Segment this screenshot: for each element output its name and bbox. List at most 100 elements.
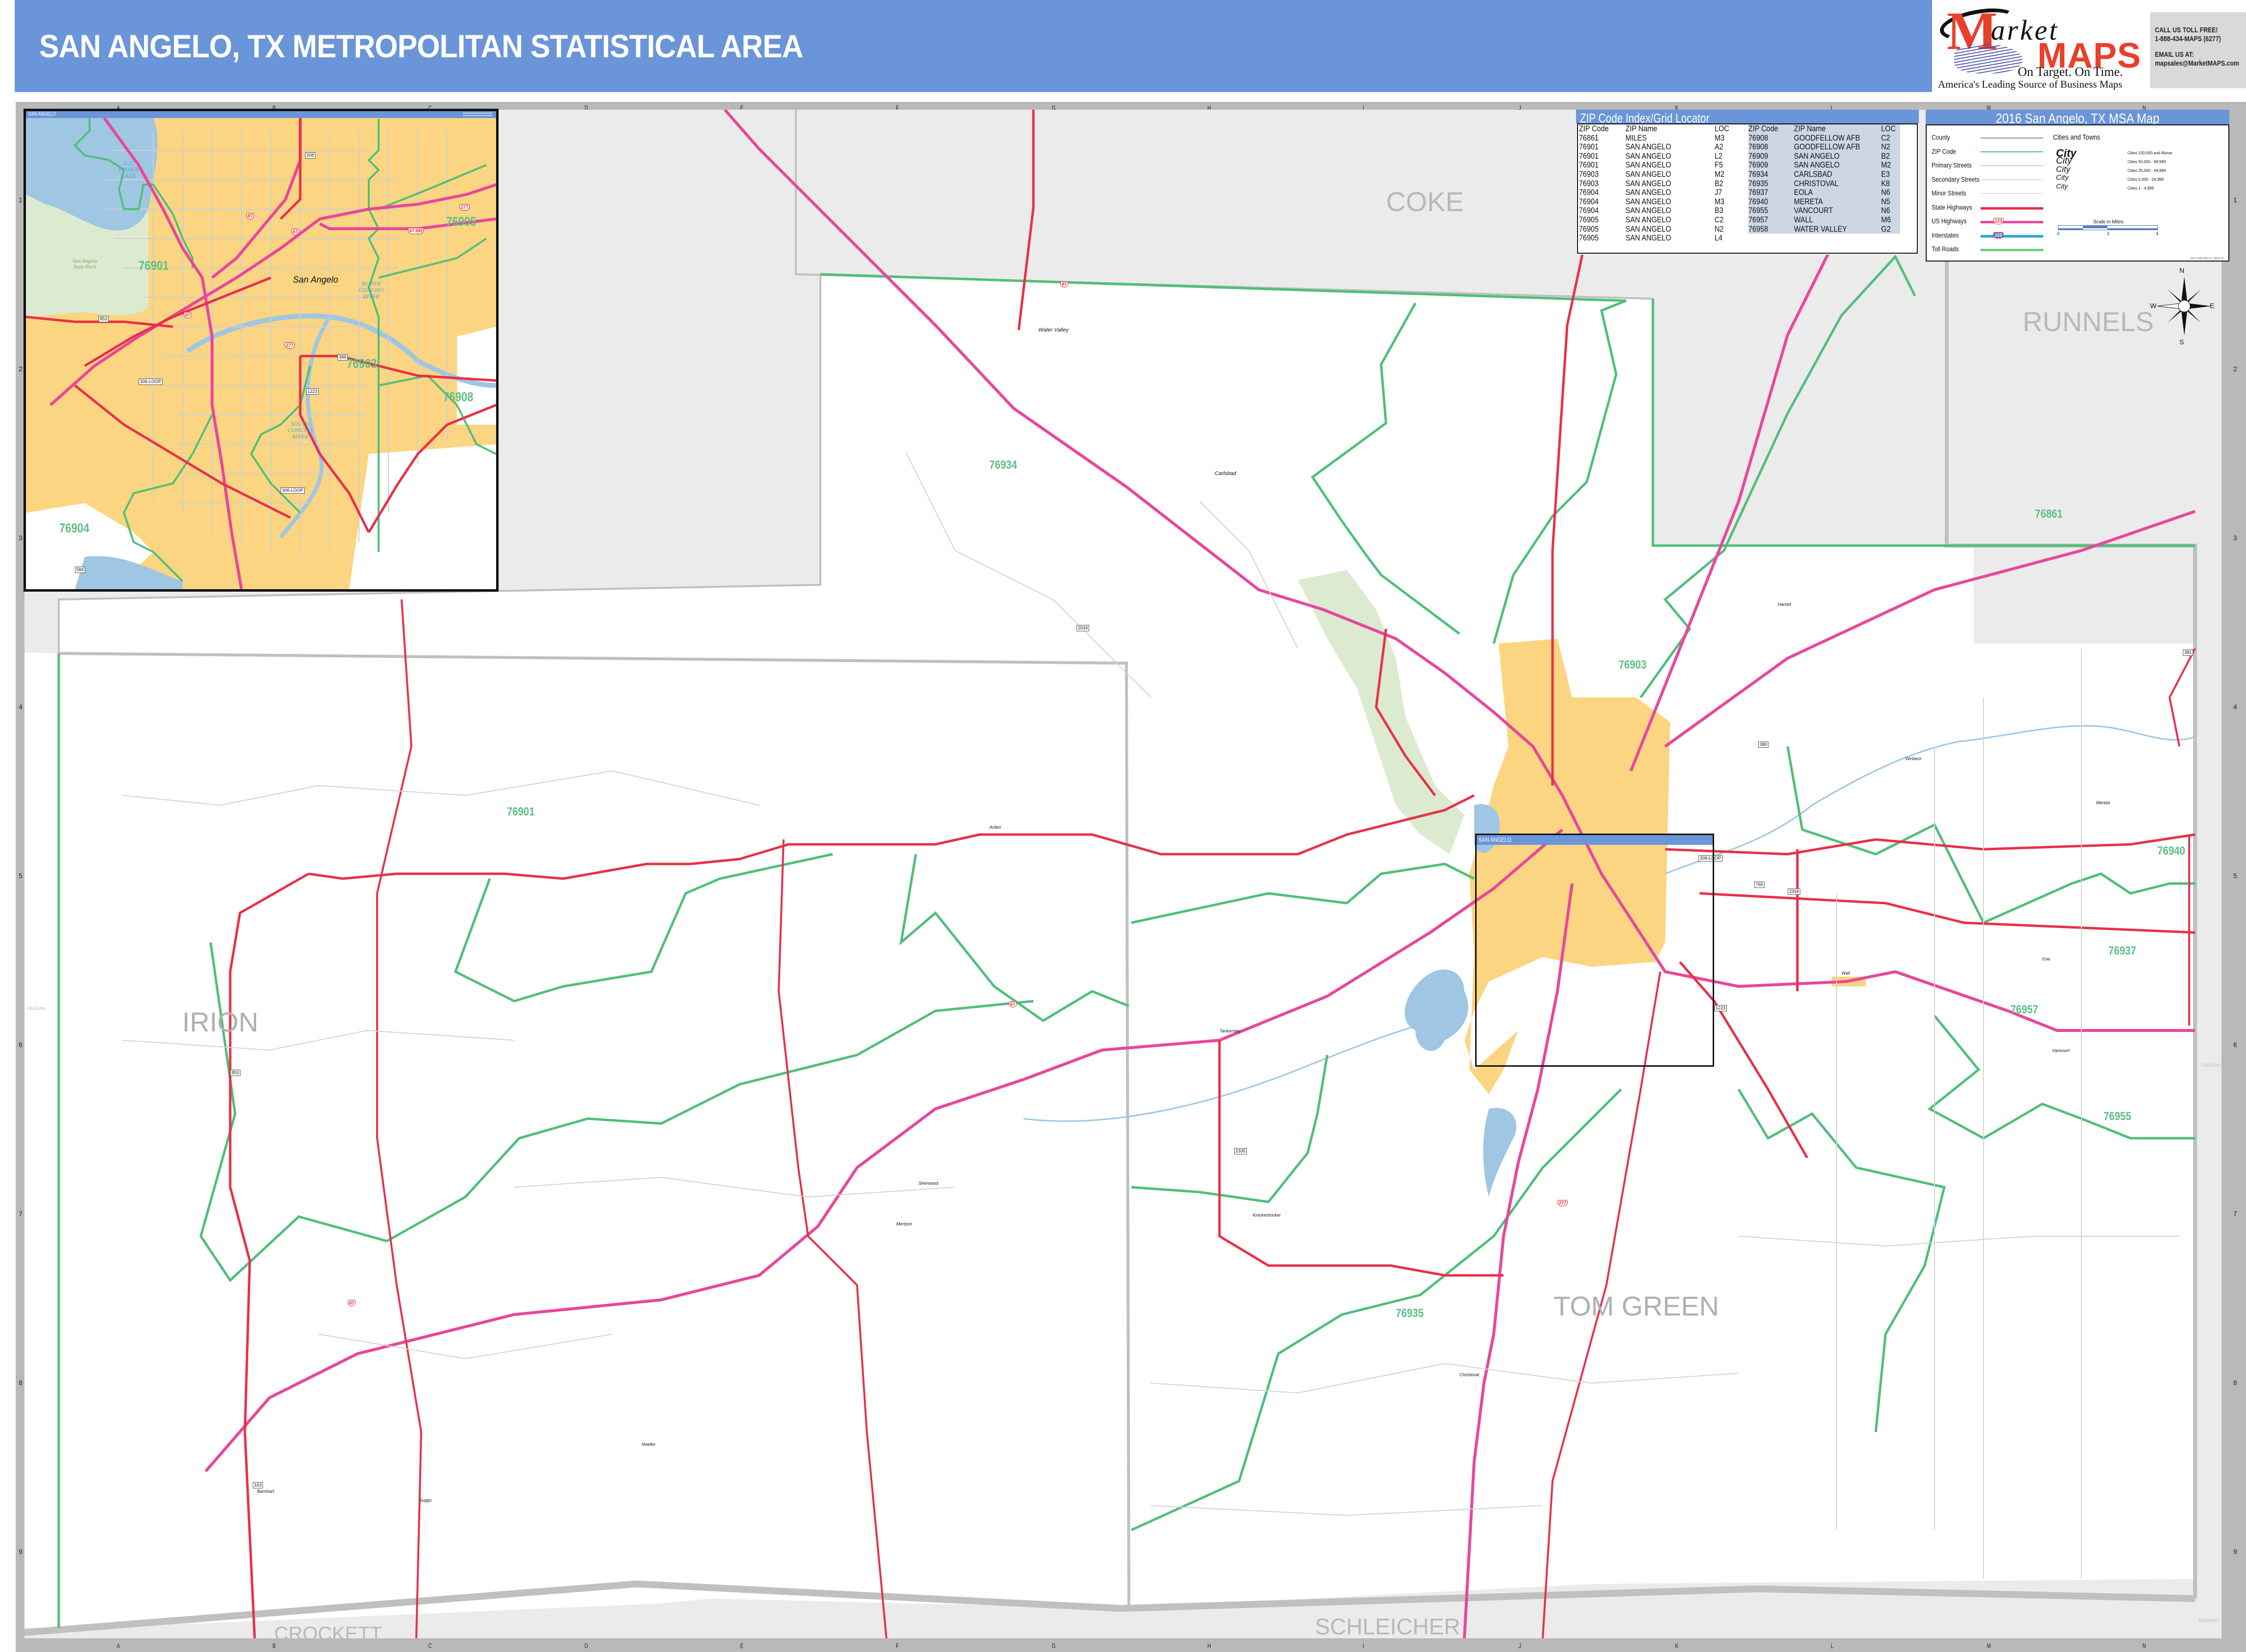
county-label-menard: MENARD: [2199, 1618, 2219, 1623]
grid-row-label: 2: [19, 365, 23, 373]
county-label-reagan: REAGAN: [27, 1006, 46, 1011]
county-label-tom-green: TOM GREEN: [1553, 1291, 1720, 1321]
zip-index-row: 76909 SAN ANGELO B2: [1748, 151, 1900, 161]
zip-index-row: 76905 SAN ANGELO N2: [1579, 224, 1734, 234]
legend-city-class: Cities 5,000 - 24,999: [2127, 177, 2164, 182]
zip-index-header-row: ZIP Code ZIP Name LOC: [1748, 124, 1900, 134]
legend-line-swatch: [1981, 235, 2043, 238]
zip-label: 76861: [2035, 507, 2063, 521]
legend-city-sample: City: [2056, 165, 2071, 174]
zip-index-header-cell: ZIP Name: [1793, 124, 1826, 133]
state-highway-shield: 2034: [1076, 625, 1090, 631]
zip-index-cell: SAN ANGELO: [1625, 178, 1672, 188]
zip-index-row: 76937 EOLA N6: [1748, 188, 1900, 197]
contact-email[interactable]: mapsales@MarketMAPS.com: [2155, 59, 2239, 68]
inset-zip-label: 76904: [59, 521, 90, 535]
zip-label: 76901: [507, 805, 535, 818]
header-bar: SAN ANGELO, TX METROPOLITAN STATISTICAL …: [15, 0, 1932, 92]
zip-index-cell: SAN ANGELO: [1625, 169, 1672, 179]
zip-index-cell: M2: [1715, 169, 1725, 179]
zip-index-row: 76901 SAN ANGELO F5: [1579, 161, 1734, 170]
zip-index-header-cell: LOC: [1881, 124, 1896, 133]
grid-column-label: C: [428, 1642, 432, 1650]
legend-line-swatch: [1981, 207, 2043, 210]
grid-row-label: 3: [2233, 534, 2237, 542]
zip-index-row: 76903 SAN ANGELO M2: [1579, 169, 1734, 179]
county-label-runnels: RUNNELS: [2023, 306, 2154, 337]
zip-index-cell: SAN ANGELO: [1625, 224, 1672, 234]
grid-row-label: 6: [19, 1040, 23, 1049]
san-angelo-inset-map[interactable]: SAN ANGELO 76901 76905 76903 76908 76904…: [24, 109, 499, 592]
zip-index-cell: L4: [1715, 233, 1723, 243]
state-highway-shield: 381: [2183, 649, 2194, 656]
zip-index-cell: 76901: [1579, 151, 1599, 161]
grid-row-label: 5: [19, 872, 23, 880]
zip-index-cell: B2: [1881, 151, 1890, 161]
grid-row-label: 5: [2233, 872, 2237, 880]
zip-index-cell: 76955: [1748, 206, 1768, 215]
zip-index-row: 76904 SAN ANGELO B3: [1579, 206, 1734, 215]
state-highway-shield: 853: [230, 1070, 241, 1076]
inset-state-shield: 388: [337, 354, 348, 360]
san-angelo-locator-box[interactable]: SAN ANGELO: [1475, 834, 1714, 1067]
grid-column-label: E: [740, 1642, 743, 1650]
grid-row-label: 1: [19, 196, 23, 204]
legend-item-label: Toll Roads: [1932, 245, 1959, 253]
zip-index-cell: MILES: [1625, 133, 1647, 143]
zip-index-cell: B3: [1715, 206, 1723, 215]
inset-state-shield: 208: [305, 152, 316, 159]
zip-index-cell: SAN ANGELO: [1625, 196, 1672, 206]
contact-box: CALL US TOLL FREE! 1-888-434-MAPS (6277)…: [2150, 12, 2246, 88]
zip-index-cell: M6: [1881, 215, 1891, 224]
contact-phone[interactable]: 1-888-434-MAPS (6277): [2155, 35, 2227, 44]
zip-index-row: 76909 SAN ANGELO M2: [1748, 161, 1900, 170]
inset-map-svg: [26, 117, 496, 589]
inset-zip-label: 76903: [347, 356, 377, 371]
zip-index-cell: SAN ANGELO: [1625, 215, 1672, 224]
legend-item-label: Secondary Streets: [1932, 175, 1980, 183]
town-label: Mereta: [2096, 800, 2110, 805]
town-label: Suggs: [419, 1498, 432, 1503]
legend-line-swatch: [1981, 193, 2043, 194]
zip-index-row: 76934 CARLSBAD E3: [1748, 169, 1900, 179]
legend-line-swatch: [1981, 137, 2043, 139]
compass-west: W: [2150, 302, 2157, 310]
zip-index-cell: SAN ANGELO: [1625, 206, 1672, 215]
inset-us-shield: 277: [285, 342, 295, 349]
zip-index-cell: 76901: [1579, 160, 1599, 170]
zip-index-cell: C2: [1881, 133, 1890, 143]
grid-column-label: J: [1519, 1642, 1522, 1650]
interstate-shield-icon: 123: [1993, 232, 2004, 239]
county-label-crockett: CROCKETT: [274, 1623, 382, 1638]
zip-index-cell: M3: [1715, 133, 1725, 143]
legend-item-label: County: [1932, 133, 1950, 141]
zip-label: 76957: [2010, 1003, 2038, 1016]
legend-item-label: Minor Streets: [1932, 189, 1966, 197]
grid-column-label: M: [1986, 1642, 1991, 1650]
state-highway-shield: 163: [253, 1482, 263, 1488]
zip-index-cell: 76904: [1579, 206, 1599, 215]
town-label: Knickerbocker: [1253, 1213, 1281, 1218]
inset-state-shield: 306-LOOP: [139, 379, 163, 385]
grid-column-label: A: [117, 1642, 120, 1650]
zip-index-cell: 76935: [1748, 178, 1768, 188]
zip-index-body: ZIP Code ZIP Name LOC 76861 MILES M3 76901 SAN …: [1577, 123, 1918, 254]
inset-zip-label: 76901: [139, 258, 169, 273]
zip-index-cell: 76937: [1748, 188, 1768, 197]
inset-park-label: San Angelo State Park: [72, 258, 97, 270]
zip-index-row: 76955 VANCOURT N6: [1748, 206, 1900, 215]
grid-column-label: B: [272, 1642, 276, 1650]
zip-index-cell: A2: [1715, 142, 1723, 152]
zip-index-cell: G2: [1881, 224, 1891, 234]
legend-item-label: ZIP Code: [1932, 147, 1957, 155]
grid-column-label: G: [1051, 1642, 1056, 1650]
inset-state-shield: 306-LOOP: [281, 487, 305, 494]
market-maps-logo: M arket MAPS On Target. On Time. America…: [1932, 0, 2148, 93]
zip-index-cell: 76903: [1579, 178, 1599, 188]
compass-south: S: [2179, 338, 2184, 346]
compass-north: N: [2179, 266, 2185, 274]
legend-city-class: Cities 1 - 4,999: [2127, 186, 2154, 191]
zip-index-cell: 76908: [1748, 142, 1768, 152]
inset-non-urban: [349, 444, 496, 589]
town-label: Sherwood: [918, 1181, 938, 1186]
